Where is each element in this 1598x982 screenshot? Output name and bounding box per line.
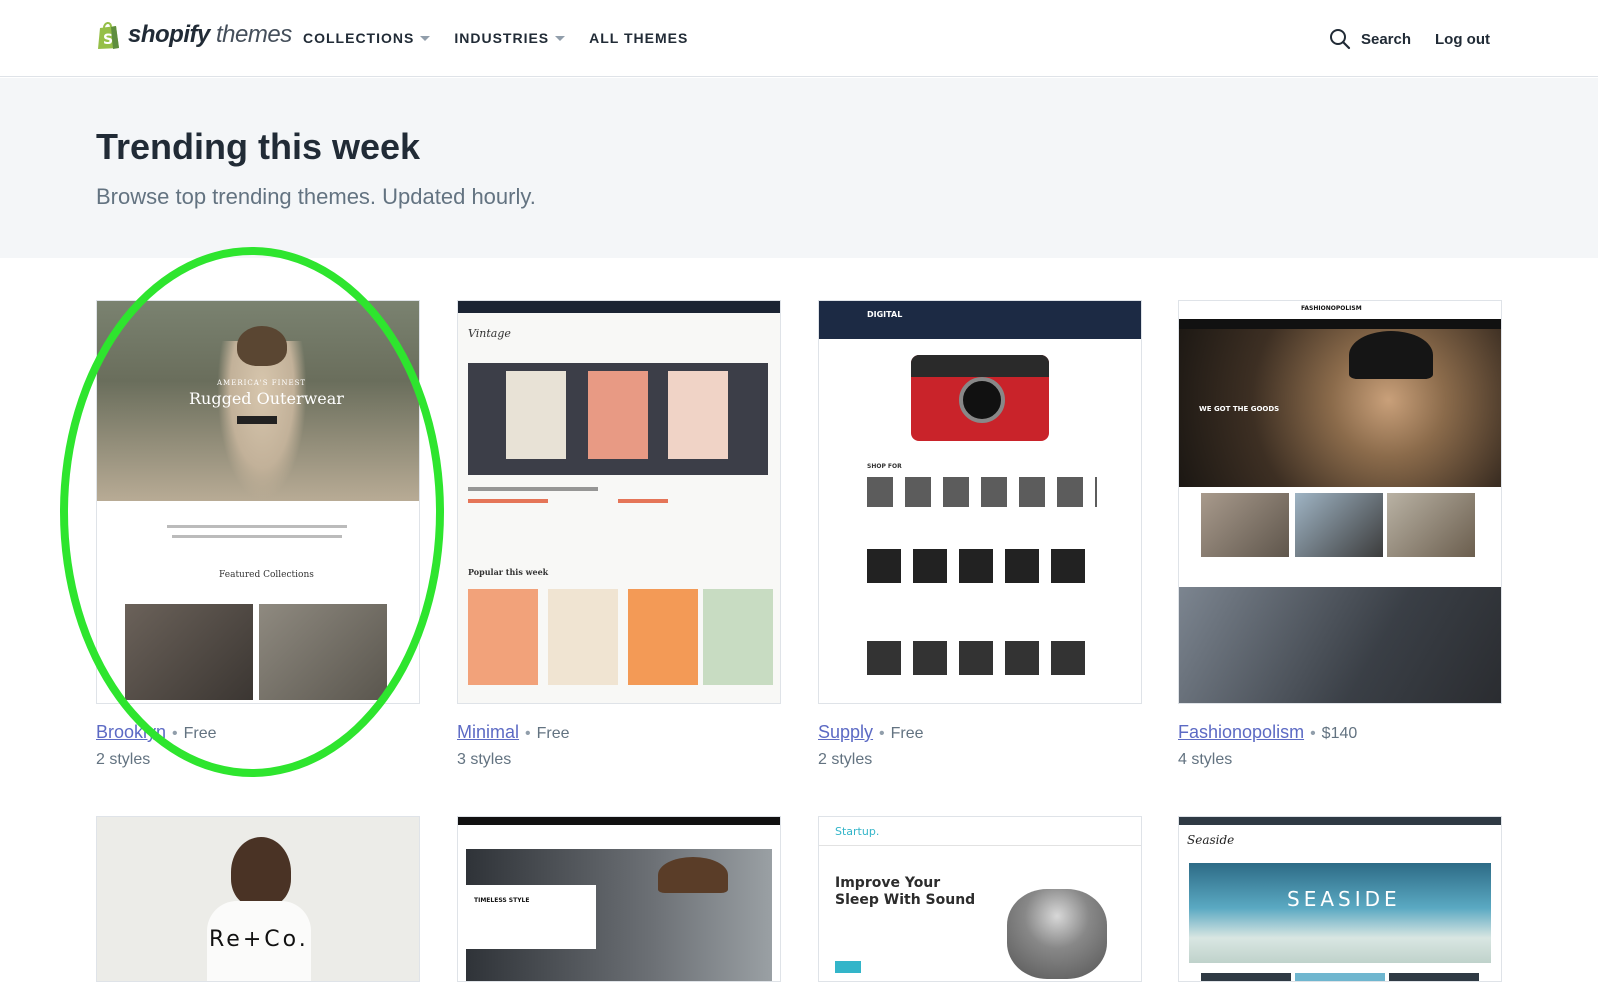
theme-price: Free bbox=[183, 725, 217, 742]
preview-kicker: AMERICA'S FINEST bbox=[217, 379, 307, 387]
theme-styles-count: 3 styles bbox=[457, 751, 512, 768]
theme-meta: Minimal • Free bbox=[457, 722, 570, 742]
shopify-themes-logo[interactable]: S shopify themes bbox=[96, 20, 292, 50]
preview-brand: FASHIONOPOLISM bbox=[1301, 305, 1362, 312]
theme-card-seaside: Seaside SEASIDE bbox=[1178, 816, 1502, 982]
page-subtitle: Browse top trending themes. Updated hour… bbox=[96, 184, 536, 209]
theme-meta: Supply • Free bbox=[818, 722, 924, 742]
theme-meta: Fashionopolism • $140 bbox=[1178, 722, 1358, 742]
theme-card-reco: Re+Co. bbox=[96, 816, 420, 982]
theme-link-supply[interactable]: Supply bbox=[818, 722, 873, 742]
theme-card-brooklyn: AMERICA'S FINEST Rugged Outerwear Featur… bbox=[96, 300, 420, 769]
theme-price: Free bbox=[536, 725, 570, 742]
search-button[interactable]: Search bbox=[1329, 28, 1411, 50]
preview-brand: Re+Co. bbox=[209, 927, 309, 952]
theme-link-brooklyn[interactable]: Brooklyn bbox=[96, 722, 166, 742]
preview-headline: SEASIDE bbox=[1287, 887, 1401, 911]
preview-brand: Seaside bbox=[1187, 833, 1235, 847]
theme-card-startup: Startup. Improve Your Sleep With Sound bbox=[818, 816, 1142, 982]
shopify-bag-icon: S bbox=[96, 20, 122, 50]
preview-headline: Rugged Outerwear bbox=[189, 389, 344, 408]
hero-banner: Trending this week Browse top trending t… bbox=[0, 78, 1598, 258]
theme-card-venture: TIMELESS STYLE bbox=[457, 816, 781, 982]
search-icon bbox=[1329, 29, 1351, 50]
theme-preview-seaside[interactable]: Seaside SEASIDE bbox=[1178, 816, 1502, 982]
caret-down-icon bbox=[555, 35, 566, 41]
theme-card-minimal: Vintage Popular this week Minimal • Free 3… bbox=[457, 300, 781, 769]
caret-down-icon bbox=[420, 35, 431, 41]
site-header: S shopify themes COLLECTIONS INDUSTRIES … bbox=[0, 0, 1598, 77]
theme-card-supply: DIGITAL SHOP FOR Supply • Free 2 styles bbox=[818, 300, 1142, 769]
theme-preview-venture[interactable]: TIMELESS STYLE bbox=[457, 816, 781, 982]
preview-section-title: Popular this week bbox=[468, 567, 549, 577]
nav-collections[interactable]: COLLECTIONS bbox=[303, 30, 431, 46]
svg-text:S: S bbox=[103, 32, 113, 48]
main-nav: COLLECTIONS INDUSTRIES ALL THEMES bbox=[303, 30, 688, 46]
theme-preview-reco[interactable]: Re+Co. bbox=[96, 816, 420, 982]
preview-section-title: Featured Collections bbox=[219, 570, 314, 580]
preview-headline: WE GOT THE GOODS bbox=[1199, 405, 1280, 413]
preview-headline: Improve Your Sleep With Sound bbox=[835, 875, 976, 908]
logout-link[interactable]: Log out bbox=[1435, 31, 1490, 48]
preview-brand: Vintage bbox=[468, 327, 511, 340]
nav-industries[interactable]: INDUSTRIES bbox=[454, 30, 566, 46]
theme-preview-supply[interactable]: DIGITAL SHOP FOR bbox=[818, 300, 1142, 704]
theme-styles-count: 4 styles bbox=[1178, 751, 1233, 768]
preview-brand: Startup. bbox=[835, 825, 880, 838]
theme-meta: Brooklyn • Free bbox=[96, 722, 217, 742]
theme-preview-brooklyn[interactable]: AMERICA'S FINEST Rugged Outerwear Featur… bbox=[96, 300, 420, 704]
preview-section-title: SHOP FOR bbox=[867, 463, 902, 470]
theme-preview-minimal[interactable]: Vintage Popular this week bbox=[457, 300, 781, 704]
theme-price: Free bbox=[890, 725, 924, 742]
theme-preview-startup[interactable]: Startup. Improve Your Sleep With Sound bbox=[818, 816, 1142, 982]
preview-headline: TIMELESS STYLE bbox=[474, 897, 530, 904]
theme-card-fashionopolism: FASHIONOPOLISM WE GOT THE GOODS Fashiono… bbox=[1178, 300, 1502, 769]
account-nav: Search Log out bbox=[1329, 28, 1490, 50]
theme-styles-count: 2 styles bbox=[818, 751, 873, 768]
theme-link-minimal[interactable]: Minimal bbox=[457, 722, 519, 742]
theme-preview-fashionopolism[interactable]: FASHIONOPOLISM WE GOT THE GOODS bbox=[1178, 300, 1502, 704]
theme-styles-count: 2 styles bbox=[96, 751, 151, 768]
theme-price: $140 bbox=[1321, 725, 1358, 742]
nav-all-themes[interactable]: ALL THEMES bbox=[589, 30, 688, 46]
page-title: Trending this week bbox=[96, 126, 421, 167]
preview-brand: DIGITAL bbox=[867, 310, 903, 319]
theme-link-fashionopolism[interactable]: Fashionopolism bbox=[1178, 722, 1304, 742]
logo-text: shopify themes bbox=[128, 21, 292, 48]
search-label: Search bbox=[1360, 30, 1412, 48]
